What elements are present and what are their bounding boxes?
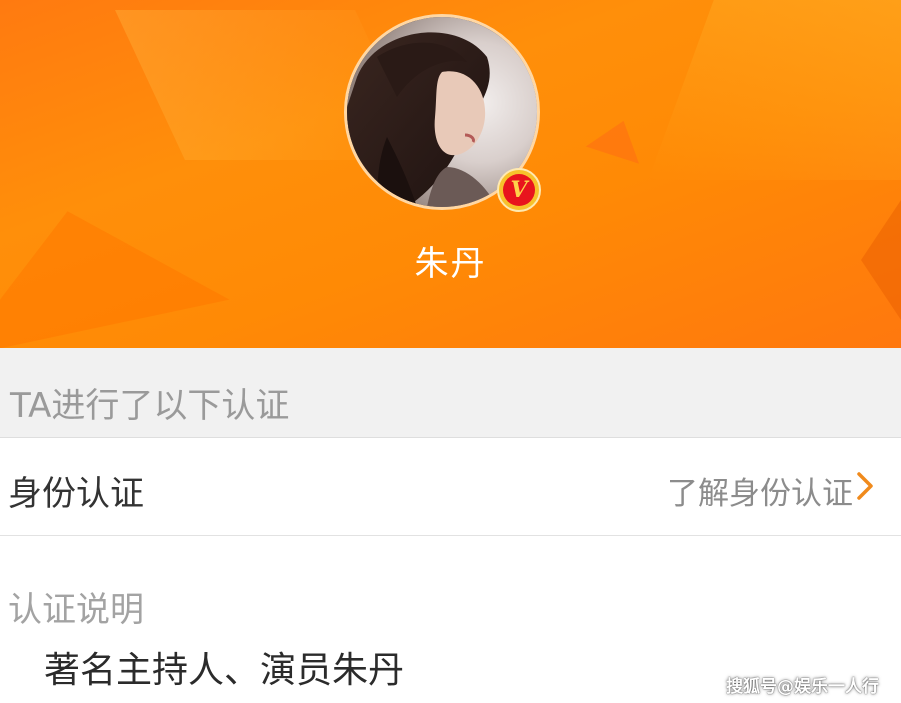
profile-header: V 朱丹 — [0, 0, 901, 348]
verified-badge-icon: V — [497, 168, 541, 212]
profile-name: 朱丹 — [414, 244, 487, 284]
header-decoration — [585, 112, 651, 164]
identity-certification-row[interactable]: 身份认证 了解身份认证 — [0, 438, 901, 536]
section-title: TA进行了以下认证 — [10, 386, 290, 426]
chevron-right-icon[interactable] — [853, 470, 879, 502]
identity-label: 身份认证 — [8, 474, 144, 514]
verified-badge-letter: V — [503, 174, 535, 206]
watermark-text: 搜狐号@娱乐一人行 — [726, 677, 879, 697]
certification-section-header: TA进行了以下认证 — [0, 348, 901, 438]
learn-identity-link[interactable]: 了解身份认证 — [667, 468, 853, 513]
description-label: 认证说明 — [8, 590, 144, 630]
header-decoration — [648, 0, 901, 180]
description-text: 著名主持人、演员朱丹 — [44, 650, 405, 691]
